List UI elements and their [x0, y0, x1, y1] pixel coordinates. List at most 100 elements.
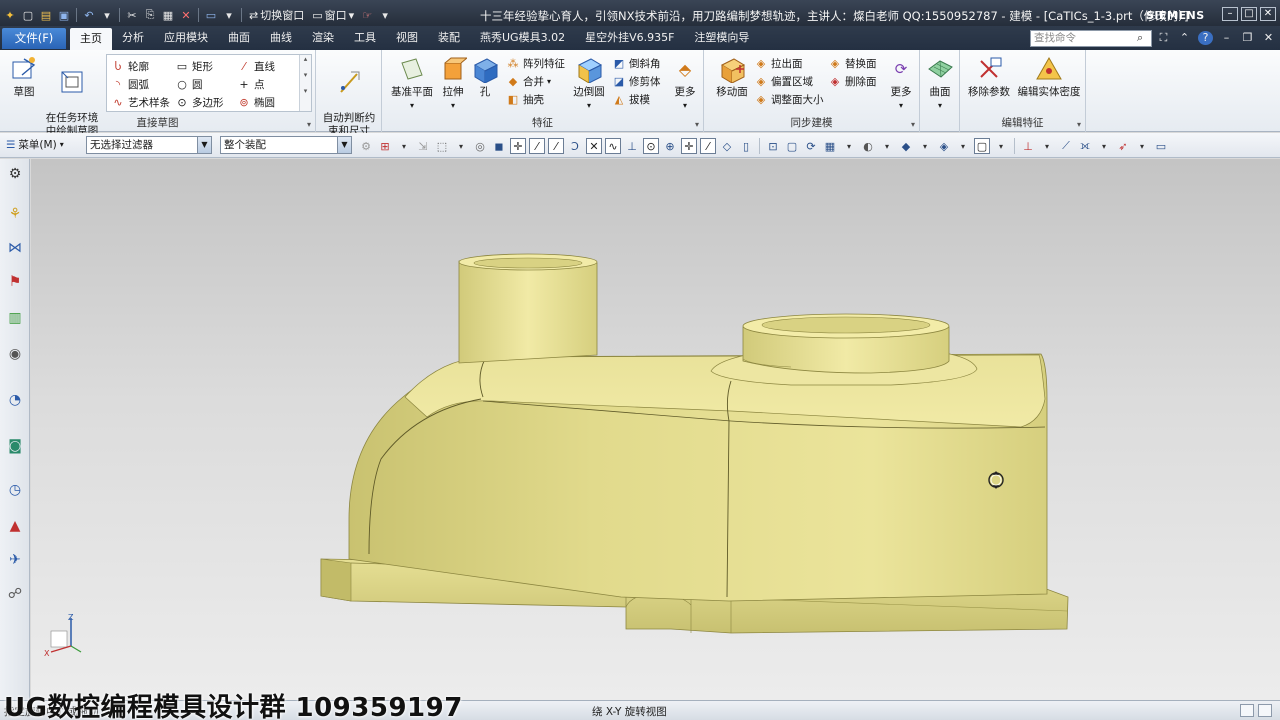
snap-existing-point-icon[interactable]: ✛	[510, 138, 526, 154]
ellipse-button[interactable]: ⊚ 椭圆	[237, 93, 275, 111]
sync-more-button[interactable]: ⟳ 更多 ▾	[886, 54, 916, 112]
view-triad[interactable]: Z X	[43, 614, 93, 664]
status-panel-icon[interactable]	[1258, 704, 1272, 717]
dropdown-icon[interactable]: ▾	[993, 138, 1009, 154]
paste-icon[interactable]: ▦	[160, 7, 176, 23]
group-expand-icon[interactable]: ▾	[307, 120, 311, 129]
snap-endpoint-icon[interactable]: ⁄	[529, 138, 545, 154]
snap-quadrant-icon[interactable]: ⊥	[624, 138, 640, 154]
customize-qat-icon[interactable]: ▾	[377, 7, 393, 23]
scope-select[interactable]: 整个装配 ▼	[220, 136, 352, 154]
snap-two-curve-icon[interactable]: ▯	[738, 138, 754, 154]
solid-icon[interactable]: ◼	[491, 138, 507, 154]
roles-icon[interactable]: ☍	[4, 583, 26, 605]
tab-home[interactable]: 主页	[70, 28, 112, 50]
point-button[interactable]: + 点	[237, 75, 264, 93]
full-screen-icon[interactable]: ⛶	[1156, 31, 1171, 45]
dropdown-icon[interactable]: ▾	[879, 138, 895, 154]
line-button[interactable]: ⁄ 直线	[237, 57, 275, 75]
select-body-icon[interactable]: ⇲	[415, 138, 431, 154]
sketch-button[interactable]: 草图	[6, 54, 42, 99]
wcs-icon[interactable]: ⊥	[1020, 138, 1036, 154]
open-icon[interactable]: ▤	[38, 7, 54, 23]
snap-point-on-face-icon[interactable]: ✛	[681, 138, 697, 154]
screen-icon[interactable]: ▭	[203, 7, 219, 23]
dropdown-icon[interactable]: ▾	[221, 7, 237, 23]
save-icon[interactable]: ▣	[56, 7, 72, 23]
spline-button[interactable]: ∿ 艺术样条	[111, 93, 170, 111]
hole-button[interactable]: 孔	[470, 54, 500, 99]
visibility-icon[interactable]: ◈	[936, 138, 952, 154]
resize-face-button[interactable]: ◈ 调整面大小	[754, 90, 824, 108]
zoom-icon[interactable]: ▢	[784, 138, 800, 154]
chamfer-button[interactable]: ◩ 倒斜角	[612, 54, 661, 72]
datum-plane-button[interactable]: 基准平面 ▾	[388, 54, 436, 112]
group-expand-icon[interactable]: ▾	[695, 120, 699, 129]
select-all-icon[interactable]: ◎	[472, 138, 488, 154]
new-icon[interactable]: ▢	[20, 7, 36, 23]
snap-tangent-icon[interactable]: ⊕	[662, 138, 678, 154]
system-materials-icon[interactable]: ▲	[4, 515, 26, 537]
fit-view-icon[interactable]: ⊡	[765, 138, 781, 154]
dropdown-icon[interactable]: ▾	[917, 138, 933, 154]
trim-body-button[interactable]: ◪ 修剪体	[612, 72, 661, 90]
group-expand-icon[interactable]: ▾	[911, 120, 915, 129]
cut-icon[interactable]: ✂	[124, 7, 140, 23]
tab-tools[interactable]: 工具	[344, 26, 386, 50]
pull-face-button[interactable]: ◈ 拉出面	[754, 54, 803, 72]
hd3d-tools-icon[interactable]: ✈	[4, 549, 26, 571]
snap-pole-icon[interactable]: ◇	[719, 138, 735, 154]
offset-region-button[interactable]: ◈ 偏置区域	[754, 72, 813, 90]
tab-xingkong[interactable]: 星空外挂V6.935F	[575, 26, 684, 50]
snap-control-point-icon[interactable]: Ↄ	[567, 138, 583, 154]
graphics-window[interactable]: Z X	[31, 159, 1280, 700]
process-studio-icon[interactable]: ◷	[4, 479, 26, 501]
maximize-button[interactable]: □	[1241, 7, 1257, 21]
rect-select-icon[interactable]: ⬚	[434, 138, 450, 154]
edit-density-button[interactable]: 编辑实体密度	[1014, 54, 1084, 99]
close-button[interactable]: ✕	[1260, 7, 1276, 21]
auto-constraint-button[interactable]: 自动判断约 束和尺寸	[318, 54, 380, 138]
rectangle-button[interactable]: ▭ 矩形	[175, 57, 213, 75]
assembly-navigator-icon[interactable]: ⚘	[4, 203, 26, 225]
redo-icon[interactable]: ▾	[99, 7, 115, 23]
dropdown-icon[interactable]: ▾	[453, 138, 469, 154]
help-icon[interactable]: ?	[1198, 31, 1213, 45]
dropdown-icon[interactable]: ▾	[396, 138, 412, 154]
dropdown-icon[interactable]: ▾	[841, 138, 857, 154]
part-navigator-icon[interactable]: ⚑	[4, 271, 26, 293]
remove-params-button[interactable]: 移除参数	[964, 54, 1014, 99]
tab-mold-wizard[interactable]: 注塑模向导	[684, 26, 759, 50]
doc-restore-button[interactable]: ❐	[1240, 31, 1255, 45]
draft-button[interactable]: ◭ 拔模	[612, 90, 650, 108]
switch-window-button[interactable]: ⇄ 切换窗口	[246, 6, 307, 24]
undo-icon[interactable]: ↶	[81, 7, 97, 23]
snap-curve-point-icon[interactable]: ∿	[605, 138, 621, 154]
snap-intersection-icon[interactable]: ✕	[586, 138, 602, 154]
part-model[interactable]	[31, 159, 1280, 700]
surface-button[interactable]: 曲面 ▾	[924, 54, 956, 112]
polygon-button[interactable]: ⊙ 多边形	[175, 93, 223, 111]
measure-icon[interactable]: ▭	[1153, 138, 1169, 154]
tab-render[interactable]: 渲染	[302, 26, 344, 50]
tab-assembly[interactable]: 装配	[428, 26, 470, 50]
history-icon[interactable]: ◙	[4, 435, 26, 457]
transform-icon[interactable]: ⟗	[1077, 138, 1093, 154]
constraint-navigator-icon[interactable]: ⋈	[4, 237, 26, 259]
main-menu-button[interactable]: ☰ 菜单(M) ▾	[6, 137, 64, 152]
dropdown-icon[interactable]: ▾	[955, 138, 971, 154]
group-expand-icon[interactable]: ▾	[1077, 120, 1081, 129]
profile-button[interactable]: Ⴑ 轮廓	[111, 57, 149, 75]
dropdown-icon[interactable]: ▾	[1096, 138, 1112, 154]
collapse-ribbon-icon[interactable]: ⌃	[1177, 31, 1192, 45]
reuse-library-icon[interactable]: ▥	[4, 307, 26, 329]
tab-application[interactable]: 应用模块	[154, 26, 218, 50]
tab-surface[interactable]: 曲面	[218, 26, 260, 50]
type-filter-select[interactable]: 无选择过滤器 ▼	[86, 136, 212, 154]
gallery-scrollbar[interactable]: ▴ ▾ ▾	[299, 55, 311, 111]
tab-view[interactable]: 视图	[386, 26, 428, 50]
copy-icon[interactable]: ⎘	[142, 7, 158, 23]
doc-minimize-button[interactable]: –	[1219, 31, 1234, 45]
tab-yanxiu[interactable]: 燕秀UG模具3.02	[470, 26, 575, 50]
select-feature-icon[interactable]: ⊞	[377, 138, 393, 154]
